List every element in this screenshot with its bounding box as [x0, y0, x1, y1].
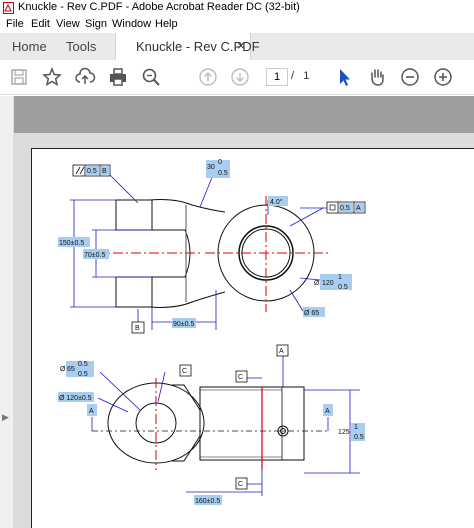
- height-tol-lower: 0.5: [354, 434, 364, 441]
- datum-c-bottom: C: [235, 477, 248, 490]
- top-outline: [116, 199, 226, 213]
- section-a-right-label: A: [325, 408, 330, 415]
- length-front-dim: 160±0.5: [194, 495, 222, 505]
- hole-dia-tol-lower: 0.5: [338, 284, 348, 291]
- flatness-datum: B: [102, 168, 107, 175]
- bottom-outline: [116, 291, 226, 308]
- hole-dia-value: 120: [322, 280, 334, 287]
- chamfer-value: 4.0°: [270, 198, 283, 206]
- boss-dia-value: Ø 120±0.5: [59, 395, 92, 402]
- body-block: [199, 386, 305, 461]
- datum-c-right: C: [235, 370, 248, 383]
- front-view: [107, 382, 305, 464]
- angle-tol-upper: 0: [218, 159, 222, 166]
- pin-dia-tol-upper: 0.5: [78, 361, 88, 368]
- length-front-value: 160±0.5: [195, 498, 220, 505]
- section-a-left-label: A: [89, 408, 94, 415]
- engineering-drawing: 0.5 B 30 0 0.5 4.0° 0.5 A 150±0.5 70±0.5…: [58, 159, 366, 505]
- datum-a-top: A: [276, 344, 289, 357]
- angle-tol-lower: 0.5: [218, 170, 228, 177]
- datum-c-bottom-label: C: [238, 481, 243, 488]
- boss-dia-dim: Ø 120±0.5: [58, 392, 94, 402]
- hole-dia-tol-upper: 1: [338, 274, 342, 281]
- hole-dia-prefix: Ø: [314, 280, 320, 287]
- pin-dia-tol-lower: 0.5: [78, 371, 88, 378]
- pin-dia-dim: Ø 65 0.5 0.5: [60, 361, 94, 378]
- length-top-value: 90±0.5: [173, 321, 194, 328]
- pin-dia-prefix: Ø: [60, 366, 66, 373]
- flatness-value: 0.5: [87, 168, 97, 175]
- upper-prong: [115, 199, 153, 231]
- height-tol-upper: 1: [354, 424, 358, 431]
- datum-b-label: B: [135, 325, 140, 332]
- datum-b-box: B: [131, 321, 145, 334]
- datum-a-top-label: A: [279, 348, 284, 355]
- chamfer-dim: 4.0°: [268, 196, 288, 206]
- top-centerlines: [95, 196, 330, 312]
- pin-dia-value: 65: [67, 366, 75, 373]
- width-inner-value: 70±0.5: [84, 252, 105, 259]
- front-dims: [91, 356, 360, 496]
- bore-dia-dim: Ø 65: [303, 307, 325, 317]
- height-dim: 125 1 0.5: [338, 423, 365, 441]
- fcf-flatness: 0.5 B: [72, 164, 111, 177]
- datum-c-top: C: [179, 364, 192, 377]
- concentricity-value: 0.5: [340, 205, 350, 212]
- bore-dia-value: Ø 65: [304, 310, 319, 317]
- length-top-dim: 90±0.5: [172, 318, 196, 328]
- angle-value: 30: [207, 164, 215, 171]
- datum-c-top-label: C: [182, 368, 187, 375]
- concentricity-datum: A: [356, 205, 361, 212]
- fcf-concentricity: 0.5 A: [326, 201, 366, 214]
- hole-dia-dim: Ø 120 1 0.5: [314, 274, 352, 291]
- section-a-left: A: [87, 404, 97, 416]
- lower-prong: [115, 276, 153, 308]
- width-inner-dim: 70±0.5: [83, 249, 109, 259]
- width-outer-value: 150±0.5: [59, 240, 84, 247]
- front-centerlines: [92, 378, 330, 470]
- section-a-right: A: [323, 404, 333, 416]
- angle-dim: 30 0 0.5: [206, 159, 230, 178]
- width-outer-dim: 150±0.5: [58, 237, 90, 247]
- height-value: 125: [338, 429, 350, 436]
- datum-c-right-label: C: [238, 374, 243, 381]
